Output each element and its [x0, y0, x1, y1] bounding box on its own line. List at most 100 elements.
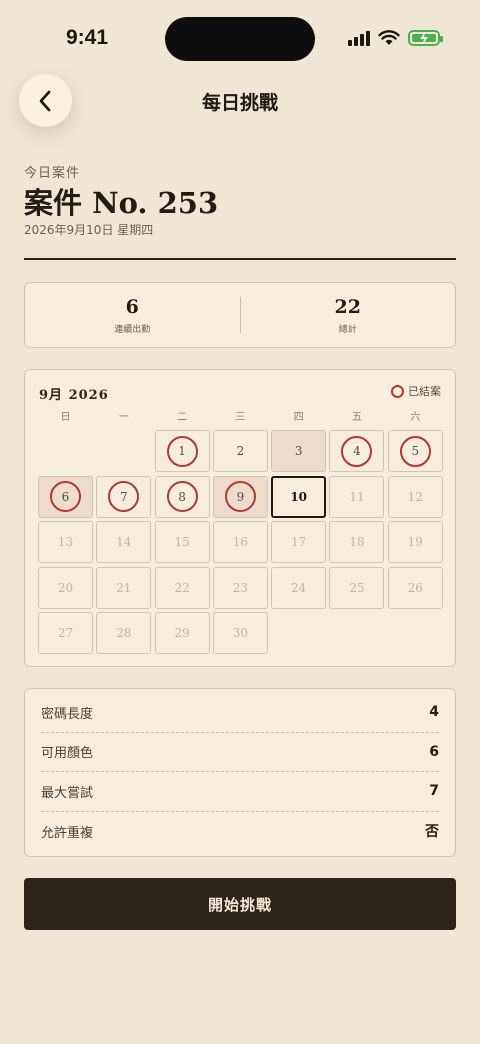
weekday-label: 一	[118, 412, 129, 423]
day-number: 1	[166, 435, 198, 467]
day-number: 20	[57, 580, 74, 595]
calendar-day[interactable]: 3	[271, 430, 327, 472]
case-title: 案件 No. 253	[24, 186, 219, 220]
day-number: 7	[108, 481, 140, 512]
wifi-icon	[378, 30, 400, 45]
day-number: 12	[407, 489, 423, 504]
day-number: 18	[349, 535, 365, 549]
cellular-signal-icon	[348, 30, 370, 46]
calendar-day: 17	[271, 521, 327, 563]
weekday-label: 二	[177, 412, 188, 423]
day-number: 6	[50, 481, 81, 512]
stat-label: 總計	[338, 324, 357, 335]
status-time: 9:41	[66, 26, 109, 49]
start-challenge-button[interactable]: 開始挑戰	[24, 878, 456, 930]
day-number: 9	[224, 481, 256, 512]
day-number: 19	[407, 535, 423, 549]
calendar-day: 25	[329, 566, 385, 609]
calendar-grid: 1 2 3 4 5 6 7 8 9 10 11 12 13 14 15 16 17 18 19 20 21 22 23 24 2…	[38, 430, 443, 654]
page-title: 每日挑戰	[201, 92, 278, 114]
solved-ring-icon	[391, 384, 404, 398]
day-number: 17	[291, 535, 307, 549]
calendar-day[interactable]: 2	[212, 430, 268, 472]
calendar-day: 22	[154, 566, 210, 609]
day-number: 29	[174, 626, 190, 640]
calendar-day: 16	[212, 521, 268, 563]
calendar-day[interactable]: 5	[387, 430, 443, 472]
header-divider	[24, 258, 456, 260]
calendar-day: 15	[154, 521, 210, 563]
stat-value: 22	[334, 295, 361, 318]
calendar-card: 9月 2026 已結案 日一二三四五六 1 2 3 4 5 6 7 8 9 10 11 12 13 14 1…	[24, 369, 456, 667]
stat-value: 6	[125, 295, 139, 318]
calendar-day: 27	[38, 612, 93, 654]
calendar-day[interactable]: 8	[154, 475, 210, 518]
stat-total: 22 總計	[241, 296, 456, 335]
day-number: 22	[174, 580, 190, 595]
setting-row: 密碼長度 4	[41, 693, 439, 733]
calendar-day: 24	[271, 566, 327, 609]
calendar-day: 13	[38, 521, 93, 563]
calendar-blank	[38, 430, 93, 472]
day-number: 26	[407, 580, 423, 595]
case-date: 2026年9月10日 星期四	[24, 223, 154, 237]
calendar-day: 28	[96, 612, 152, 654]
calendar-day[interactable]: 4	[329, 430, 385, 472]
weekday-header: 日一二三四五六	[38, 408, 443, 423]
day-number: 4	[341, 435, 373, 467]
setting-label: 允許重複	[41, 825, 94, 841]
puzzle-settings-card: 密碼長度 4 可用顏色 6 最大嘗試 7 允許重複 否	[24, 688, 456, 857]
day-number: 15	[174, 535, 190, 549]
setting-row: 最大嘗試 7	[41, 772, 439, 812]
weekday-label: 六	[410, 412, 421, 423]
calendar-day[interactable]: 1	[154, 430, 210, 472]
calendar-legend: 已結案	[391, 383, 441, 399]
calendar-blank	[96, 430, 151, 472]
weekday-label: 五	[351, 412, 362, 423]
day-number: 24	[291, 580, 307, 595]
day-number: 21	[116, 580, 132, 595]
dynamic-island	[165, 17, 315, 61]
streak-stats-card: 6 連續出勤 22 總計	[24, 282, 456, 348]
day-number: 14	[116, 535, 132, 549]
calendar-day[interactable]: 7	[96, 475, 152, 518]
day-number: 27	[57, 626, 74, 640]
calendar-day: 20	[38, 566, 93, 609]
setting-label: 可用顏色	[41, 746, 94, 762]
calendar-day: 18	[329, 521, 385, 563]
start-button-label: 開始挑戰	[207, 895, 272, 914]
calendar-month-label: 9月 2026	[39, 388, 109, 403]
calendar-day: 26	[387, 566, 443, 609]
day-number: 11	[349, 489, 365, 504]
setting-value: 否	[425, 824, 439, 841]
stat-streak: 6 連續出勤	[25, 296, 240, 335]
day-number: 16	[232, 535, 249, 549]
day-number: 8	[166, 481, 198, 512]
setting-value: 4	[429, 704, 439, 721]
calendar-day: 29	[154, 612, 210, 654]
calendar-day: 11	[329, 475, 385, 518]
stat-label: 連續出勤	[114, 324, 151, 335]
case-label: 今日案件	[24, 166, 81, 181]
calendar-day: 12	[387, 475, 443, 518]
calendar-day: 30	[212, 612, 268, 654]
weekday-label: 日	[60, 412, 71, 423]
calendar-day: 19	[387, 521, 443, 563]
day-number: 3	[294, 444, 303, 458]
calendar-day[interactable]: 9	[212, 475, 268, 518]
calendar-day: 14	[96, 521, 152, 563]
setting-value: 6	[429, 743, 439, 760]
calendar-day[interactable]: 6	[38, 475, 93, 518]
day-number: 2	[236, 444, 245, 458]
weekday-label: 三	[235, 412, 246, 423]
day-number: 30	[232, 626, 249, 640]
day-number: 10	[290, 489, 308, 504]
calendar-day: 21	[96, 566, 152, 609]
status-icons	[348, 30, 443, 46]
setting-label: 密碼長度	[41, 706, 94, 722]
setting-row: 允許重複 否	[41, 812, 439, 852]
day-number: 13	[57, 535, 74, 549]
setting-value: 7	[429, 783, 439, 800]
calendar-day-today[interactable]: 10	[271, 475, 327, 518]
day-number: 5	[399, 435, 431, 467]
